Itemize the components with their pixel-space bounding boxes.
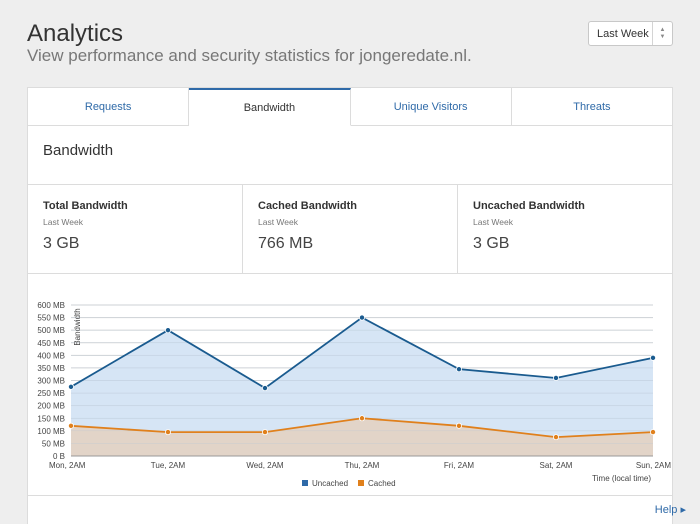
- data-point-uncached: [164, 327, 171, 334]
- data-point-cached: [455, 422, 462, 429]
- analytics-panel: Requests Bandwidth Unique Visitors Threa…: [27, 87, 673, 524]
- stat-total-bandwidth: Total Bandwidth Last Week 3 GB: [28, 185, 243, 273]
- data-point-cached: [358, 415, 365, 422]
- legend-swatch-cached: [358, 480, 364, 486]
- stat-title: Total Bandwidth: [43, 200, 128, 212]
- x-tick-label: Fri, 2AM: [444, 461, 475, 470]
- select-arrows-icon: ▲ ▼: [652, 22, 672, 45]
- help-link[interactable]: Help ▸: [655, 503, 686, 516]
- tab-bandwidth[interactable]: Bandwidth: [189, 88, 351, 126]
- y-tick-label: 450 MB: [37, 339, 65, 348]
- x-tick-label: Tue, 2AM: [151, 461, 186, 470]
- data-point-uncached: [261, 385, 268, 392]
- x-tick-label: Sun, 2AM: [636, 461, 671, 470]
- stat-value: 3 GB: [473, 235, 510, 252]
- data-point-uncached: [455, 366, 462, 373]
- stat-cached-bandwidth: Cached Bandwidth Last Week 766 MB: [243, 185, 458, 273]
- y-tick-label: 0 B: [53, 452, 65, 461]
- x-tick-label: Sat, 2AM: [540, 461, 573, 470]
- data-point-uncached: [68, 383, 75, 390]
- bandwidth-chart: 0 B 50 MB 100 MB 150 MB 200 MB 250 MB 300 MB 35…: [37, 301, 671, 488]
- x-tick-label: Thu, 2AM: [345, 461, 380, 470]
- y-axis-label: Bandwidth: [73, 308, 82, 345]
- y-tick-label: 250 MB: [37, 389, 65, 398]
- y-tick-label: 100 MB: [37, 427, 65, 436]
- page-title: Analytics: [27, 20, 124, 47]
- stat-value: 3 GB: [43, 235, 80, 252]
- x-tick-label: Mon, 2AM: [49, 461, 86, 470]
- tab-threats[interactable]: Threats: [511, 88, 672, 125]
- data-point-cached: [553, 434, 560, 441]
- stat-title: Cached Bandwidth: [258, 200, 358, 212]
- data-point-uncached: [650, 354, 657, 361]
- x-axis-label: Time (local time): [592, 474, 651, 483]
- stat-uncached-bandwidth: Uncached Bandwidth Last Week 3 GB: [458, 185, 672, 273]
- y-tick-label: 600 MB: [37, 301, 65, 310]
- y-tick-label: 550 MB: [37, 314, 65, 323]
- x-tick-label: Wed, 2AM: [246, 461, 284, 470]
- y-tick-label: 350 MB: [37, 364, 65, 373]
- data-point-cached: [164, 429, 171, 436]
- y-tick-label: 50 MB: [42, 439, 65, 448]
- y-tick-label: 200 MB: [37, 402, 65, 411]
- tab-bar: Requests Bandwidth Unique Visitors Threa…: [28, 88, 672, 126]
- y-tick-label: 400 MB: [37, 351, 65, 360]
- data-point-cached: [650, 429, 657, 436]
- data-point-uncached: [358, 314, 365, 321]
- bandwidth-chart-area: 0 B 50 MB 100 MB 150 MB 200 MB 250 MB 300 MB 35…: [28, 274, 672, 496]
- section-title: Bandwidth: [28, 126, 672, 185]
- data-point-uncached: [553, 374, 560, 381]
- y-tick-label: 500 MB: [37, 326, 65, 335]
- stats-row: Total Bandwidth Last Week 3 GB Cached Ba…: [28, 185, 672, 274]
- legend-label-cached: Cached: [368, 479, 396, 488]
- y-tick-label: 300 MB: [37, 377, 65, 386]
- stat-period: Last Week: [43, 217, 84, 227]
- legend-label-uncached: Uncached: [312, 479, 348, 488]
- tab-requests[interactable]: Requests: [28, 88, 190, 125]
- data-point-cached: [68, 422, 75, 429]
- legend-swatch-uncached: [302, 480, 308, 486]
- page-subtitle: View performance and security statistics…: [27, 46, 472, 65]
- tab-unique-visitors[interactable]: Unique Visitors: [350, 88, 512, 125]
- stat-period: Last Week: [258, 217, 299, 227]
- stat-value: 766 MB: [258, 235, 314, 252]
- date-range-select[interactable]: Last Week ▲ ▼: [588, 21, 673, 46]
- y-tick-label: 150 MB: [37, 414, 65, 423]
- stat-period: Last Week: [473, 217, 514, 227]
- data-point-cached: [261, 429, 268, 436]
- date-range-value: Last Week: [597, 27, 649, 40]
- stat-title: Uncached Bandwidth: [473, 200, 585, 212]
